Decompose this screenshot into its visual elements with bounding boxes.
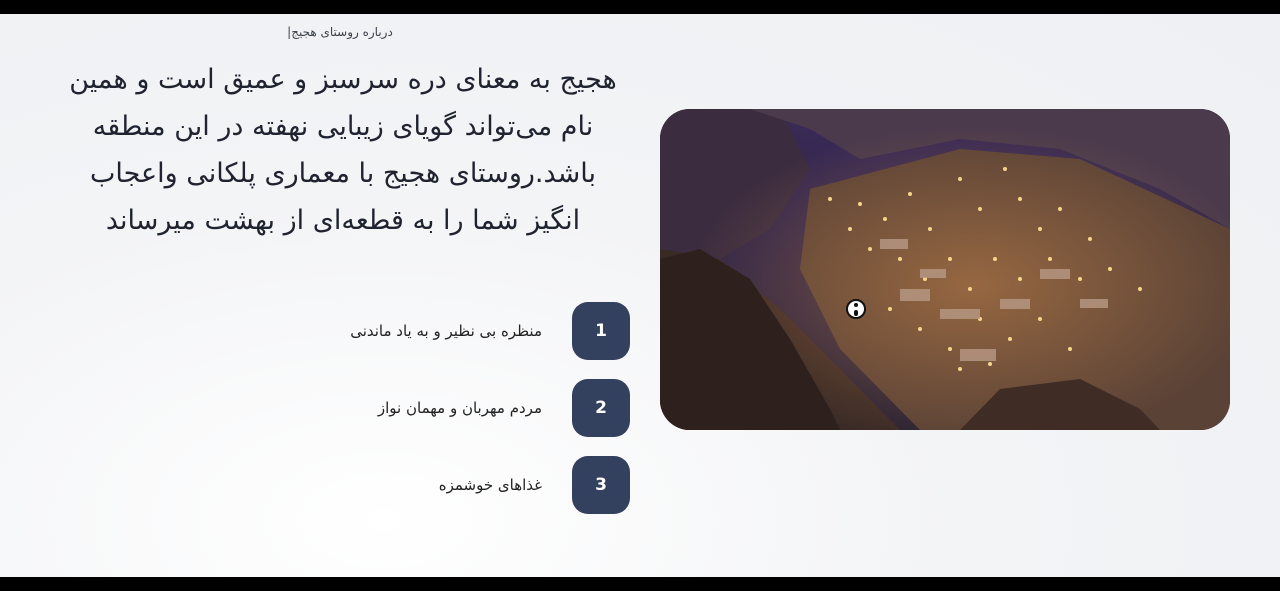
feature-number-badge: 2 [572,379,630,437]
village-photo [660,109,1230,430]
feature-label: غذاهای خوشمزه [438,476,542,494]
village-night-illustration [660,109,1230,430]
cursor-indicator-icon [846,299,866,319]
feature-number-badge: 3 [572,456,630,514]
feature-item-2: 2 مردم مهربان و مهمان نواز [300,379,630,437]
about-section: درباره روستای هجیج| هجیج به معنای دره سر… [0,14,1280,577]
section-heading: هجیج به معنای دره سرسبز و عمیق است و همی… [69,64,617,236]
feature-item-1: 1 منظره بی نظیر و به یاد ماندنی [300,302,630,360]
feature-label: مردم مهربان و مهمان نواز [377,399,542,417]
top-black-bar [0,0,1280,14]
feature-label: منظره بی نظیر و به یاد ماندنی [350,322,542,340]
section-eyebrow: درباره روستای هجیج| [287,25,393,39]
bottom-black-bar [0,577,1280,591]
feature-item-3: 3 غذاهای خوشمزه [300,456,630,514]
feature-number-badge: 1 [572,302,630,360]
